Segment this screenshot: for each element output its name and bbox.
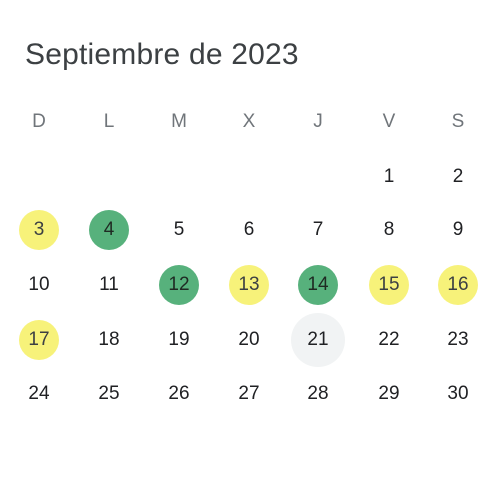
day-cell-3[interactable]: 3: [19, 210, 59, 250]
weekday-header: M: [171, 111, 187, 132]
weekday-header: D: [32, 111, 46, 132]
day-cell-14[interactable]: 14: [298, 265, 338, 305]
weekday-header: S: [451, 111, 465, 132]
calendar-month-view: Septiembre de 2023 D L M X J V S 1 2 3 4 5 6 7 8 9 10 11 1…: [0, 0, 500, 500]
day-cell-24[interactable]: 24: [19, 374, 59, 414]
day-cell-29[interactable]: 29: [369, 374, 409, 414]
weekday-header: J: [313, 111, 323, 132]
day-cell-20[interactable]: 20: [229, 320, 269, 360]
day-cell-13[interactable]: 13: [229, 265, 269, 305]
day-cell-2[interactable]: 2: [438, 157, 478, 197]
month-title: Septiembre de 2023: [25, 38, 299, 71]
weekday-header: X: [242, 111, 256, 132]
day-cell-25[interactable]: 25: [89, 374, 129, 414]
day-cell-8[interactable]: 8: [369, 210, 409, 250]
day-cell-26[interactable]: 26: [159, 374, 199, 414]
day-cell-17[interactable]: 17: [19, 320, 59, 360]
day-cell-4[interactable]: 4: [89, 210, 129, 250]
day-cell-21[interactable]: 21: [291, 313, 345, 367]
day-cell-1[interactable]: 1: [369, 157, 409, 197]
day-cell-16[interactable]: 16: [438, 265, 478, 305]
day-cell-10[interactable]: 10: [19, 265, 59, 305]
day-cell-9[interactable]: 9: [438, 210, 478, 250]
day-cell-11[interactable]: 11: [89, 265, 129, 305]
weekday-header: V: [382, 111, 396, 132]
day-cell-22[interactable]: 22: [369, 320, 409, 360]
day-cell-12[interactable]: 12: [159, 265, 199, 305]
day-cell-7[interactable]: 7: [298, 210, 338, 250]
day-cell-5[interactable]: 5: [159, 210, 199, 250]
day-cell-19[interactable]: 19: [159, 320, 199, 360]
day-cell-28[interactable]: 28: [298, 374, 338, 414]
day-cell-30[interactable]: 30: [438, 374, 478, 414]
day-cell-18[interactable]: 18: [89, 320, 129, 360]
day-cell-15[interactable]: 15: [369, 265, 409, 305]
day-cell-6[interactable]: 6: [229, 210, 269, 250]
weekday-header: L: [103, 111, 115, 132]
day-cell-23[interactable]: 23: [438, 320, 478, 360]
day-cell-27[interactable]: 27: [229, 374, 269, 414]
